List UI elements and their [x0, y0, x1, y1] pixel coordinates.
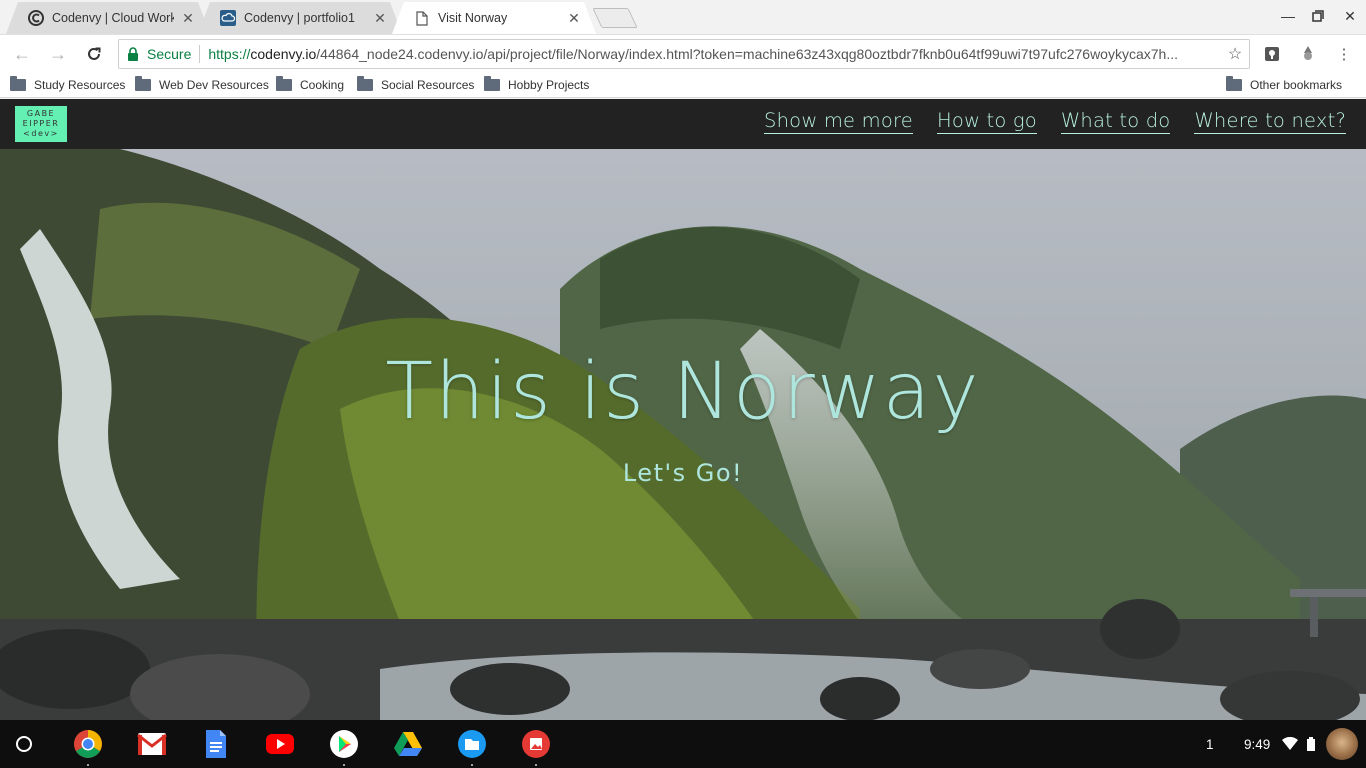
- omnibox-separator: [199, 45, 201, 63]
- forward-arrow-icon[interactable]: →: [44, 40, 72, 68]
- files-icon[interactable]: [456, 728, 488, 766]
- hero-title: This is Norway: [385, 347, 981, 437]
- bookmark-label: Cooking: [300, 78, 345, 92]
- web-page: GABE EIPPER <dev> Show me more How to go…: [0, 99, 1366, 720]
- tab-visit-norway[interactable]: Visit Norway ✕: [392, 2, 596, 34]
- address-bar[interactable]: Secure https://codenvy.io/44864_node24.c…: [118, 39, 1250, 69]
- launcher-icon[interactable]: [16, 736, 32, 752]
- folder-icon: [1226, 76, 1242, 91]
- back-arrow-icon[interactable]: ←: [8, 40, 36, 68]
- bookmark-folder-webdev[interactable]: Web Dev Resources: [135, 76, 269, 94]
- extension-shield-icon[interactable]: [1260, 42, 1284, 66]
- bookmark-star-icon[interactable]: ☆: [1221, 40, 1249, 68]
- tab-codenvy-cloud[interactable]: Codenvy | Cloud Workspaces ✕: [6, 2, 210, 34]
- tab-title: Codenvy | Cloud Workspaces: [52, 11, 174, 25]
- play-store-icon[interactable]: [328, 728, 360, 766]
- bookmark-label: Study Resources: [34, 78, 126, 92]
- bookmarks-bar: Study Resources Web Dev Resources Cookin…: [0, 72, 1366, 98]
- youtube-icon[interactable]: [264, 728, 296, 760]
- new-tab-button[interactable]: [592, 8, 638, 28]
- url-text[interactable]: https://codenvy.io/44864_node24.codenvy.…: [208, 46, 1221, 62]
- site-navbar: GABE EIPPER <dev> Show me more How to go…: [0, 99, 1366, 149]
- nav-link-show-more[interactable]: Show me more: [764, 109, 913, 134]
- nav-link-where-next[interactable]: Where to next?: [1194, 109, 1346, 134]
- menu-kebab-icon[interactable]: ⋮: [1332, 42, 1356, 66]
- bookmark-folder-social[interactable]: Social Resources: [357, 76, 474, 94]
- restore-icon[interactable]: [1302, 0, 1334, 32]
- gallery-icon[interactable]: [520, 728, 552, 766]
- folder-icon: [276, 76, 292, 91]
- nav-link-how-to-go[interactable]: How to go: [936, 109, 1037, 134]
- user-avatar[interactable]: [1326, 728, 1358, 760]
- logo-line-3: <dev>: [23, 129, 59, 138]
- secure-label: Secure: [147, 46, 192, 62]
- extension-dropper-icon[interactable]: [1296, 42, 1320, 66]
- tab-close-icon[interactable]: ✕: [566, 10, 582, 26]
- page-icon: [414, 10, 430, 26]
- bookmark-folder-cooking[interactable]: Cooking: [276, 76, 344, 94]
- bookmark-label: Web Dev Resources: [159, 78, 269, 92]
- tab-close-icon[interactable]: ✕: [180, 10, 196, 26]
- logo-line-2: EIPPER: [22, 119, 60, 128]
- url-host: codenvy.io: [250, 46, 317, 62]
- chrome-icon[interactable]: [72, 728, 104, 766]
- tab-strip: Codenvy | Cloud Workspaces ✕ Codenvy | p…: [0, 0, 1366, 34]
- site-nav-links: Show me more How to go What to do Where …: [764, 109, 1346, 134]
- hero-section: This is Norway Let's Go!: [0, 149, 1366, 720]
- os-shelf: 1 9:49: [0, 720, 1366, 768]
- hero-subtitle[interactable]: Let's Go!: [0, 459, 1366, 487]
- codenvy-c-icon: [28, 10, 44, 26]
- bookmark-label: Hobby Projects: [508, 78, 590, 92]
- lock-icon: [127, 47, 139, 61]
- minimize-icon[interactable]: —: [1272, 0, 1304, 32]
- bookmark-label: Other bookmarks: [1250, 78, 1343, 92]
- url-scheme: https://: [208, 46, 251, 62]
- clock-time[interactable]: 9:49: [1244, 720, 1270, 768]
- cloud-icon: [220, 10, 236, 26]
- folder-icon: [357, 76, 373, 91]
- bookmark-folder-other[interactable]: Other bookmarks: [1226, 76, 1342, 94]
- wifi-icon[interactable]: [1282, 720, 1298, 768]
- browser-toolbar: ← → Secure https://codenvy.io/44864_node…: [0, 34, 1366, 72]
- bookmark-label: Social Resources: [381, 78, 475, 92]
- bookmark-folder-study[interactable]: Study Resources: [10, 76, 125, 94]
- nav-link-what-to-do[interactable]: What to do: [1060, 109, 1171, 134]
- close-window-icon[interactable]: ✕: [1334, 0, 1366, 32]
- docs-icon[interactable]: [200, 728, 232, 760]
- battery-icon[interactable]: [1307, 720, 1315, 768]
- folder-icon: [135, 76, 151, 91]
- tab-title: Visit Norway: [438, 11, 508, 25]
- bookmark-folder-hobby[interactable]: Hobby Projects: [484, 76, 589, 94]
- drive-icon[interactable]: [392, 728, 424, 760]
- notification-count[interactable]: 1: [1206, 720, 1214, 768]
- tab-title: Codenvy | portfolio1: [244, 11, 355, 25]
- folder-icon: [484, 76, 500, 91]
- reload-icon[interactable]: [80, 40, 108, 68]
- logo-line-1: GABE: [26, 109, 56, 118]
- site-logo[interactable]: GABE EIPPER <dev>: [15, 106, 67, 142]
- tab-close-icon[interactable]: ✕: [372, 10, 388, 26]
- gmail-icon[interactable]: [136, 728, 168, 760]
- url-path: /44864_node24.codenvy.io/api/project/fil…: [316, 46, 1178, 62]
- tab-codenvy-portfolio[interactable]: Codenvy | portfolio1 ✕: [198, 2, 402, 34]
- folder-icon: [10, 76, 26, 91]
